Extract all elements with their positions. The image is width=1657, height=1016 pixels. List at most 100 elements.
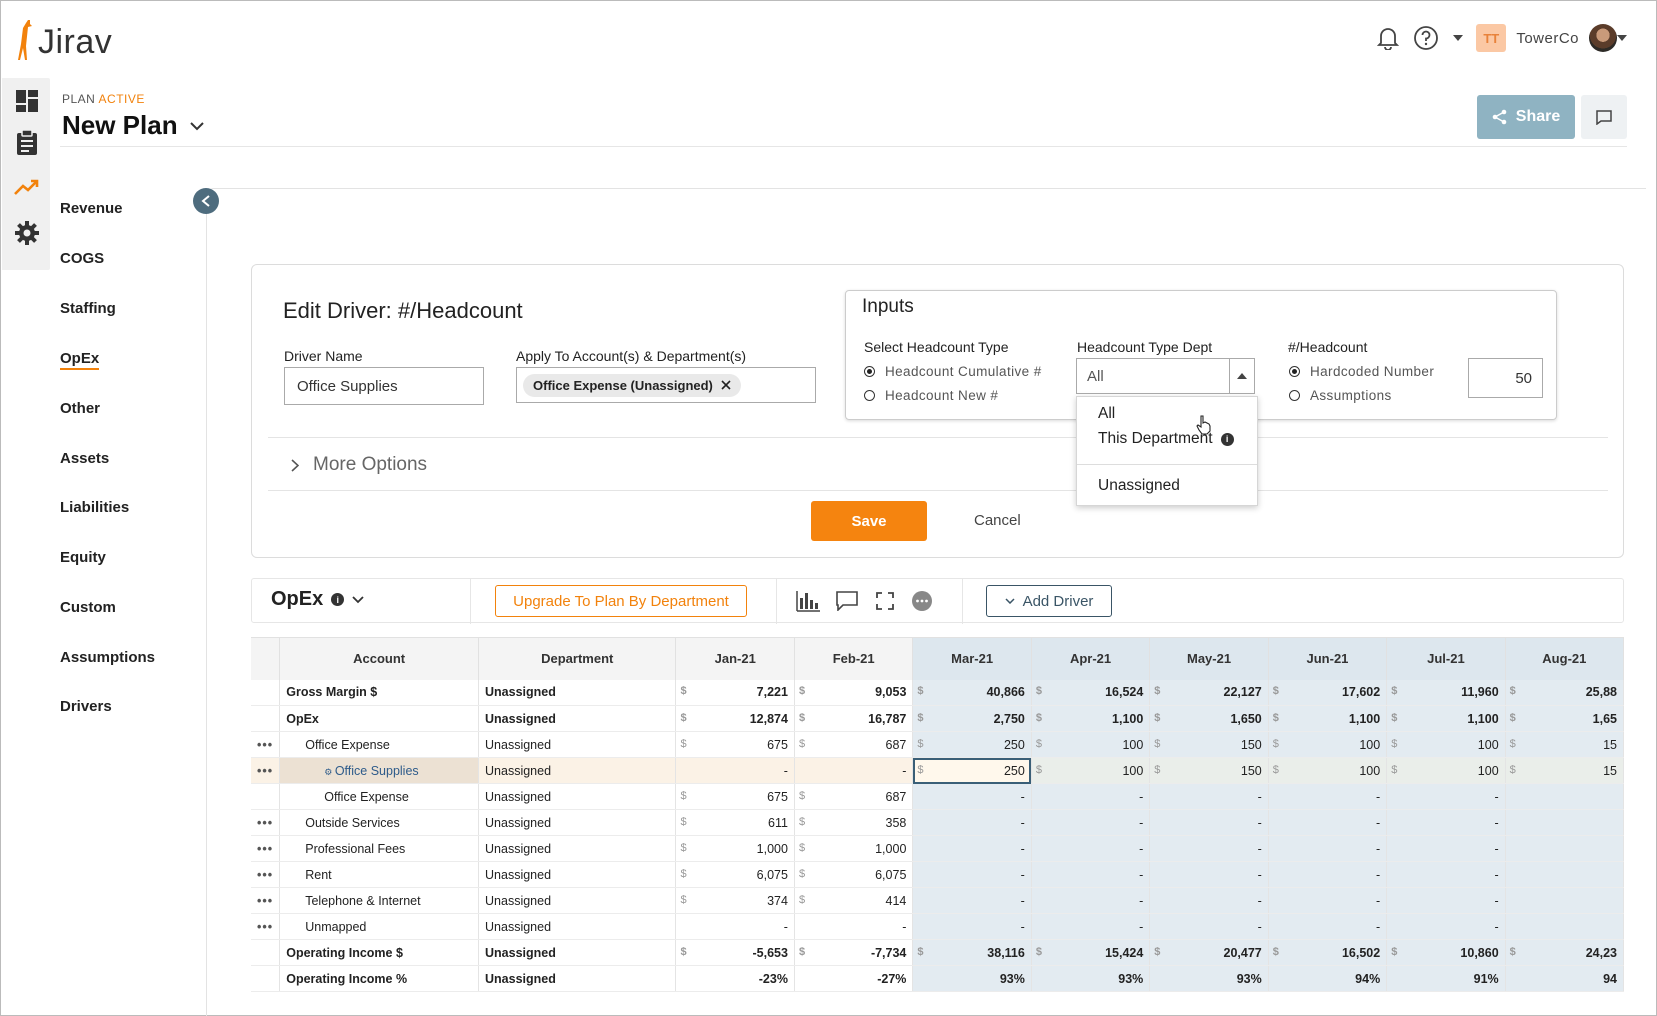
column-header[interactable]: Apr-21 (1031, 637, 1151, 680)
radio-headcount-new[interactable]: Headcount New # (864, 388, 998, 403)
value-cell[interactable]: - (1386, 809, 1506, 836)
per-headcount-input[interactable]: 50 (1468, 358, 1543, 398)
radio-assumptions[interactable]: Assumptions (1289, 388, 1392, 403)
user-avatar[interactable] (1589, 24, 1617, 52)
department-cell[interactable]: Unassigned (478, 939, 677, 966)
more-options-icon[interactable] (908, 588, 936, 614)
value-cell[interactable]: - (675, 757, 795, 784)
value-cell[interactable]: - (1149, 887, 1269, 914)
value-cell[interactable]: $250 (912, 731, 1032, 758)
department-cell[interactable]: Unassigned (478, 783, 677, 810)
dropdown-option-all[interactable]: All (1098, 405, 1115, 423)
close-icon[interactable] (721, 380, 731, 390)
table-row[interactable]: ••• Telephone & Internet Unassigned $374 $41… (251, 887, 1624, 914)
account-cell[interactable]: ⚙ Office Supplies (279, 757, 480, 784)
collapse-sidebar-button[interactable] (193, 188, 219, 214)
column-header[interactable]: Feb-21 (794, 637, 914, 680)
value-cell[interactable]: $611 (675, 809, 795, 836)
column-header[interactable]: Aug-21 (1505, 637, 1624, 680)
sidebar-item-assumptions[interactable]: Assumptions (60, 649, 155, 666)
row-actions-icon[interactable]: ••• (251, 861, 281, 888)
value-cell[interactable]: $20,477 (1149, 939, 1269, 966)
value-cell[interactable]: $9,053 (794, 679, 914, 706)
user-menu-caret-icon[interactable] (1617, 24, 1627, 52)
value-cell[interactable]: 93% (1149, 965, 1269, 992)
value-cell[interactable]: $15,424 (1031, 939, 1151, 966)
value-cell[interactable]: - (1031, 783, 1151, 810)
value-cell[interactable]: $6,075 (794, 861, 914, 888)
comment-button[interactable] (1581, 95, 1627, 139)
plan-title[interactable]: New Plan (62, 110, 178, 141)
value-cell[interactable]: $675 (675, 731, 795, 758)
value-cell[interactable]: - (675, 913, 795, 940)
value-cell[interactable]: $1,100 (1268, 705, 1388, 732)
value-cell[interactable]: - (1386, 783, 1506, 810)
row-actions-icon[interactable]: ••• (251, 757, 281, 784)
value-cell[interactable]: - (912, 861, 1032, 888)
account-cell[interactable]: Professional Fees (279, 835, 480, 862)
sidebar-item-staffing[interactable]: Staffing (60, 300, 116, 317)
column-header[interactable]: May-21 (1149, 637, 1269, 680)
value-cell[interactable]: $38,116 (912, 939, 1032, 966)
value-cell[interactable]: - (912, 887, 1032, 914)
value-cell[interactable]: - (1031, 809, 1151, 836)
value-cell[interactable]: - (1149, 809, 1269, 836)
upgrade-plan-button[interactable]: Upgrade To Plan By Department (495, 585, 747, 617)
account-cell[interactable]: Office Expense (279, 731, 480, 758)
department-cell[interactable]: Unassigned (478, 835, 677, 862)
value-cell[interactable]: - (1149, 913, 1269, 940)
value-cell[interactable]: - (1268, 809, 1388, 836)
value-cell[interactable]: $15 (1505, 757, 1624, 784)
help-icon[interactable] (1412, 24, 1440, 52)
add-driver-button[interactable]: Add Driver (986, 585, 1112, 617)
apply-to-input[interactable]: Office Expense (Unassigned) (516, 367, 816, 403)
sidebar-item-drivers[interactable]: Drivers (60, 698, 112, 715)
section-title[interactable]: OpEx i (271, 588, 364, 611)
table-row[interactable]: ••• Unmapped Unassigned - - - - - - - (251, 913, 1624, 940)
value-cell[interactable] (1505, 913, 1624, 940)
sidebar-item-cogs[interactable]: COGS (60, 250, 104, 267)
radio-headcount-cumulative[interactable]: Headcount Cumulative # (864, 364, 1042, 379)
value-cell[interactable]: $150 (1149, 757, 1269, 784)
sidebar-item-revenue[interactable]: Revenue (60, 200, 123, 217)
value-cell[interactable]: - (1268, 783, 1388, 810)
column-header[interactable]: Jan-21 (675, 637, 795, 680)
value-cell[interactable]: $1,65 (1505, 705, 1624, 732)
value-cell[interactable]: - (1031, 887, 1151, 914)
value-cell[interactable]: $ -5,653 (675, 939, 795, 966)
value-cell[interactable]: -27% (794, 965, 914, 992)
row-actions-icon[interactable]: ••• (251, 835, 281, 862)
column-header[interactable]: Jun-21 (1268, 637, 1388, 680)
value-cell[interactable]: $1,000 (794, 835, 914, 862)
value-cell[interactable] (1505, 887, 1624, 914)
value-cell[interactable]: $687 (794, 783, 914, 810)
dropdown-option-unassigned[interactable]: Unassigned (1098, 477, 1180, 495)
value-cell[interactable]: $100 (1386, 731, 1506, 758)
help-dropdown-caret-icon[interactable] (1450, 24, 1466, 52)
value-cell[interactable] (1505, 809, 1624, 836)
value-cell[interactable]: $100 (1268, 731, 1388, 758)
value-cell[interactable]: 93% (912, 965, 1032, 992)
caret-up-icon[interactable] (1229, 359, 1254, 393)
table-row[interactable]: Office Expense Unassigned $675 $687- - - - - (251, 783, 1624, 810)
table-row[interactable]: Operating Income $ Unassigned $ -5,653 $ -7,7… (251, 939, 1624, 966)
value-cell[interactable]: $675 (675, 783, 795, 810)
sidebar-item-liabilities[interactable]: Liabilities (60, 499, 129, 516)
value-cell[interactable]: $22,127 (1149, 679, 1269, 706)
value-cell[interactable]: $6,075 (675, 861, 795, 888)
value-cell[interactable]: - (912, 835, 1032, 862)
sidebar-item-opex[interactable]: OpEx (60, 350, 100, 370)
column-header[interactable]: Mar-21 (912, 637, 1032, 680)
department-cell[interactable]: Unassigned (478, 705, 677, 732)
value-cell[interactable]: - (1031, 861, 1151, 888)
bar-chart-icon[interactable] (794, 588, 822, 614)
dashboard-icon[interactable] (14, 88, 40, 114)
org-badge[interactable]: TT (1476, 24, 1507, 52)
value-cell[interactable]: $7,221 (675, 679, 795, 706)
jirav-logo[interactable]: Jirav (14, 18, 112, 62)
value-cell[interactable]: - (794, 757, 914, 784)
value-cell[interactable] (1505, 783, 1624, 810)
chevron-down-icon[interactable] (352, 595, 364, 604)
value-cell[interactable]: $250 (912, 757, 1032, 784)
driver-name-input[interactable]: Office Supplies (284, 367, 484, 405)
